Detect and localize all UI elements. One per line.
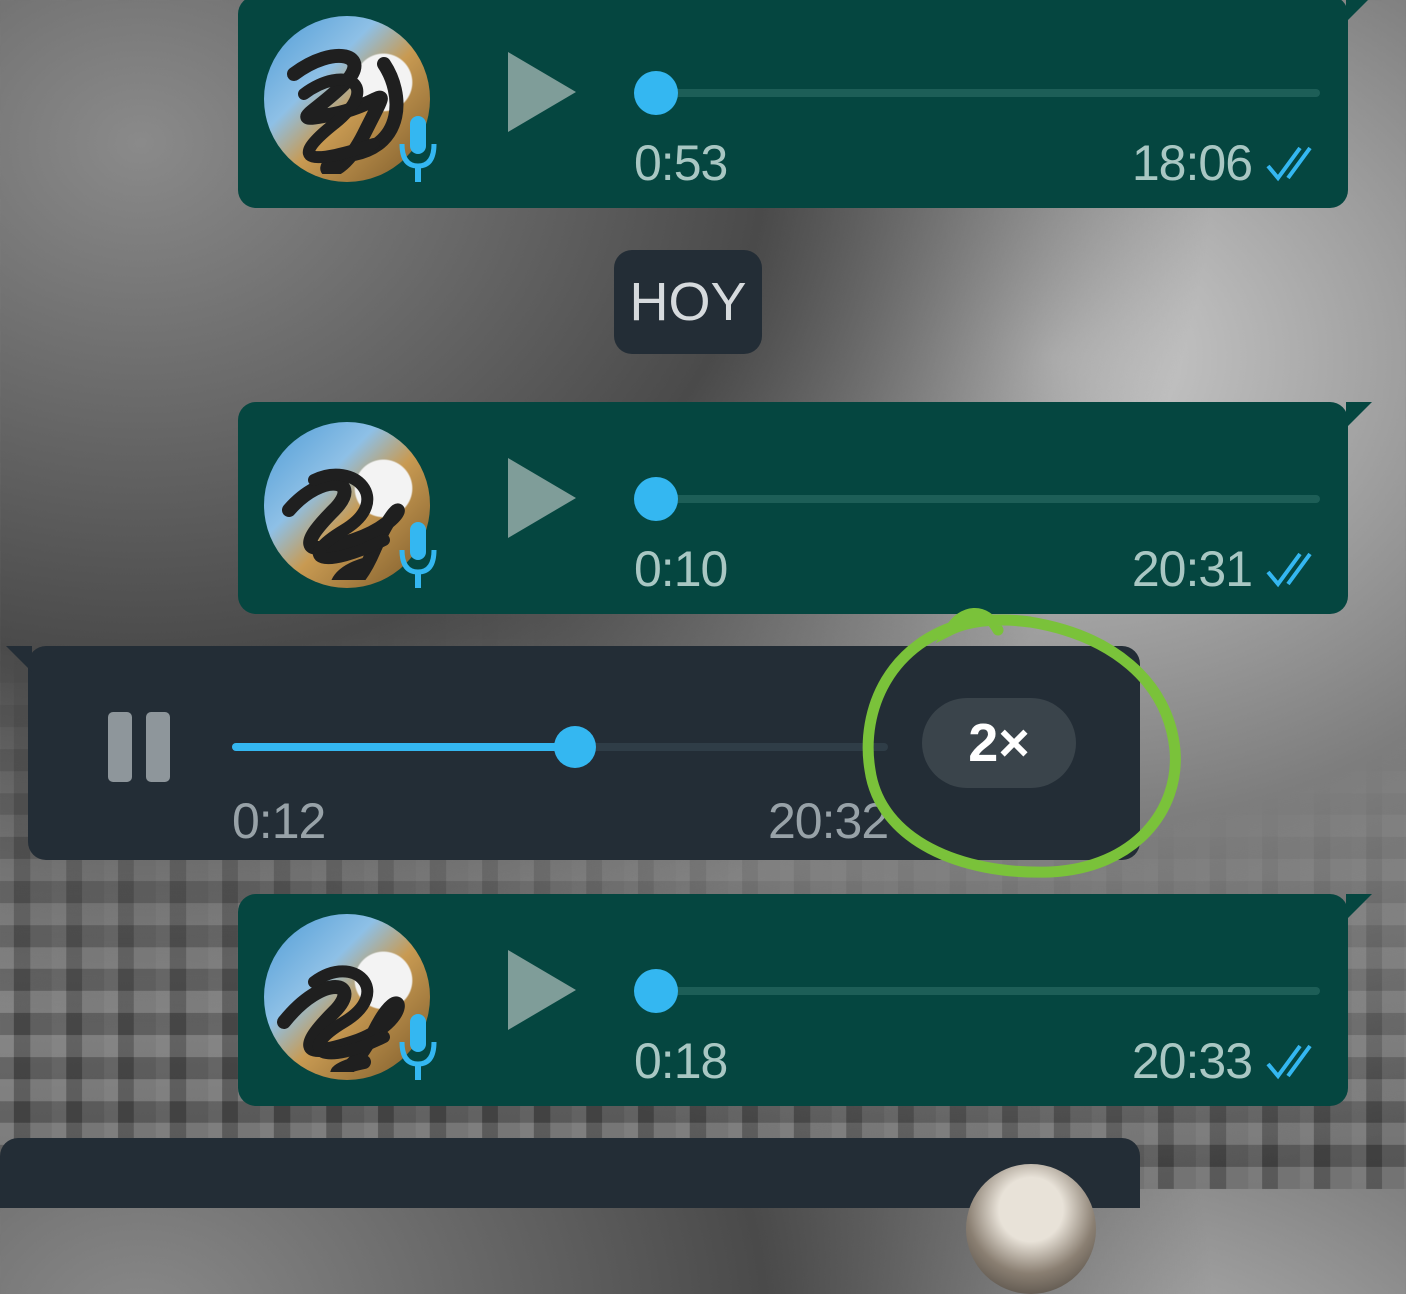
voice-duration: 0:10 (634, 541, 728, 597)
audio-seek-knob[interactable] (634, 71, 678, 115)
redaction-scribble (277, 965, 405, 1072)
highlight-annotation (862, 608, 1181, 878)
redaction-scribble (282, 468, 405, 580)
double-check-icon (1266, 146, 1312, 182)
voice-elapsed: 0:12 (232, 793, 326, 849)
voice-duration: 0:18 (634, 1033, 728, 1089)
message-time: 20:31 (1131, 541, 1253, 597)
audio-track[interactable] (656, 495, 1320, 503)
date-separator: HOY (614, 250, 762, 354)
mic-icon (399, 1014, 437, 1080)
pause-icon[interactable] (108, 712, 172, 782)
sender-avatar (966, 1164, 1096, 1294)
voice-message-1: 0:53 18:06 (238, 0, 1372, 208)
play-icon[interactable] (508, 950, 578, 1030)
redaction-scribble (287, 48, 404, 174)
double-check-icon (1266, 1044, 1312, 1080)
audio-seek-knob[interactable] (634, 477, 678, 521)
audio-seek-knob[interactable] (634, 969, 678, 1013)
double-check-icon (1266, 552, 1312, 588)
play-icon[interactable] (508, 458, 578, 538)
voice-message-2: 0:10 20:31 (238, 402, 1372, 614)
mic-icon (399, 522, 437, 588)
voice-message-partial (0, 1138, 1140, 1294)
message-time: 18:06 (1131, 135, 1253, 191)
mic-icon (399, 116, 437, 182)
voice-message-4: 0:18 20:33 (238, 894, 1372, 1106)
audio-track[interactable] (656, 89, 1320, 97)
message-time: 20:33 (1131, 1033, 1253, 1089)
audio-progress-fill (232, 743, 593, 751)
play-icon[interactable] (508, 52, 578, 132)
voice-duration: 0:53 (634, 135, 728, 191)
audio-seek-knob[interactable] (554, 726, 596, 768)
audio-track[interactable] (656, 987, 1320, 995)
